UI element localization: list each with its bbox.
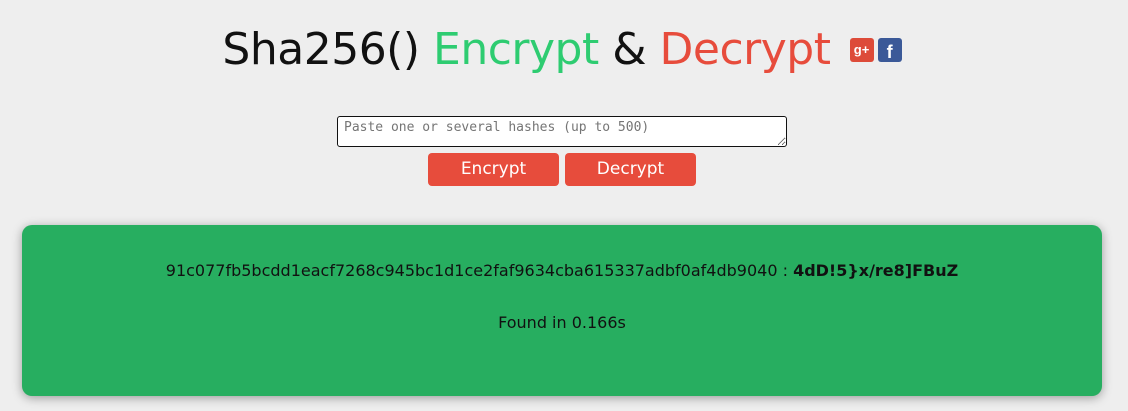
page-title: Sha256() Encrypt & Decrypt (222, 20, 831, 80)
result-timing: Found in 0.166s (498, 313, 626, 332)
title-encrypt: Encrypt (433, 24, 599, 75)
result-panel: 91c077fb5bcdd1eacf7268c945bc1d1ce2faf963… (22, 225, 1102, 396)
result-plaintext: 4dD!5}x/re8]FBuZ (793, 261, 959, 280)
facebook-icon[interactable]: f (877, 38, 902, 62)
title-sha256: Sha256() (222, 24, 420, 75)
result-hash: 91c077fb5bcdd1eacf7268c945bc1d1ce2faf963… (165, 261, 778, 280)
decrypt-button[interactable]: Decrypt (565, 153, 696, 186)
hash-input[interactable] (337, 116, 787, 147)
encrypt-button[interactable]: Encrypt (428, 153, 559, 186)
title-decrypt: Decrypt (659, 24, 831, 75)
page-header: Sha256() Encrypt & Decrypt g+ f (0, 20, 1128, 80)
title-ampersand: & (612, 24, 647, 75)
google-plus-icon[interactable]: g+ (849, 38, 874, 62)
social-links: g+ f (849, 38, 906, 62)
result-separator: : (777, 261, 794, 280)
result-line: 91c077fb5bcdd1eacf7268c945bc1d1ce2faf963… (22, 261, 1102, 280)
